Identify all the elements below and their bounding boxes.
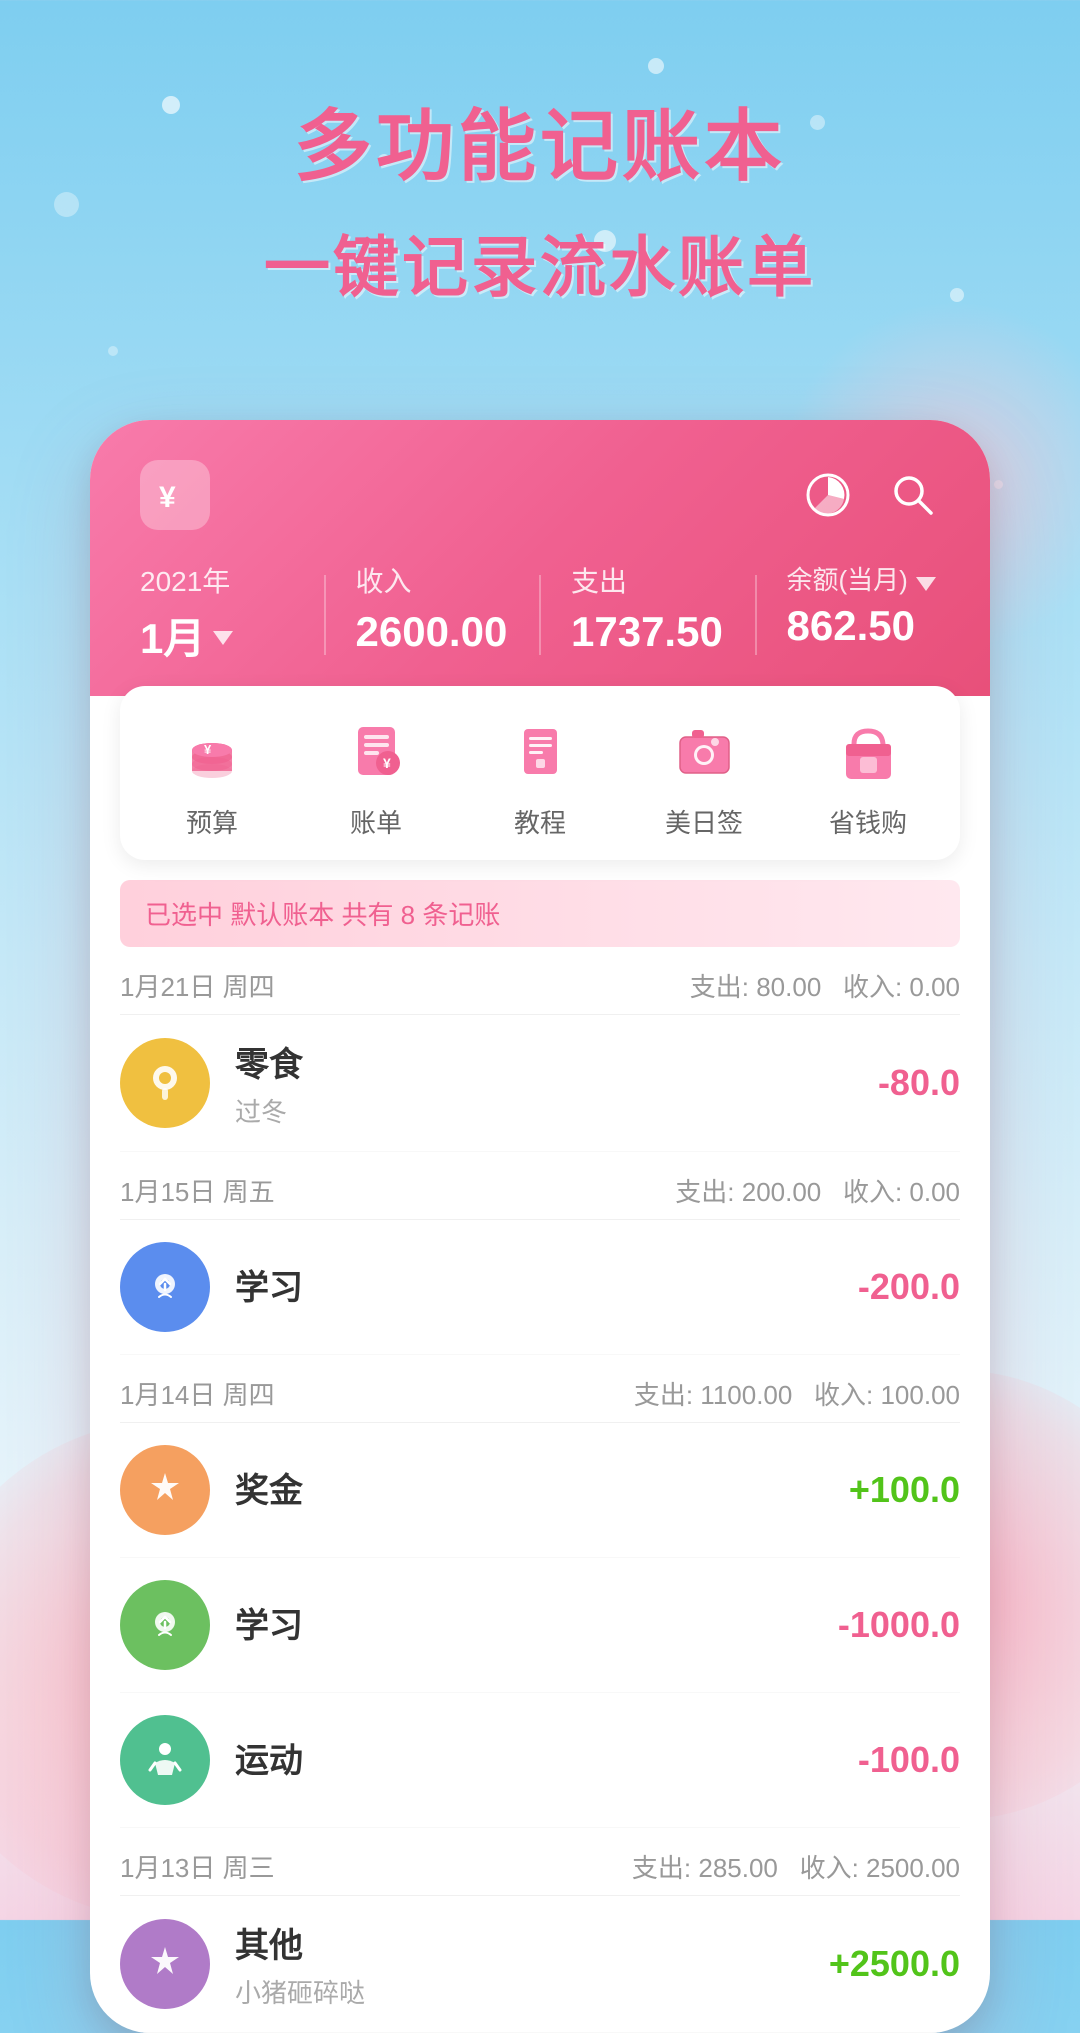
menu-item-bill[interactable]: ¥ 账单 [336, 711, 416, 840]
date-summary-jan14: 支出: 1100.00 收入: 100.00 [634, 1375, 960, 1412]
year-label: 2021年 [140, 560, 294, 600]
expense-label: 支出 [571, 560, 725, 600]
date-row-jan14: 1月14日 周四 支出: 1100.00 收入: 100.00 [120, 1355, 960, 1423]
balance-section: 余额(当月) 862.50 [787, 560, 941, 650]
tutorial-icon [500, 711, 580, 791]
menu-item-shop[interactable]: 省钱购 [828, 711, 908, 840]
menu-item-budget[interactable]: ¥ 预算 [172, 711, 252, 840]
expense-value: 1737.50 [571, 608, 725, 656]
date-row-jan21: 1月21日 周四 支出: 80.00 收入: 0.00 [120, 947, 960, 1015]
tx-info-study2: 学习 [235, 1598, 838, 1653]
month-dropdown-arrow[interactable] [213, 631, 233, 645]
tx-study-jan15[interactable]: 学习 -200.0 [120, 1220, 960, 1355]
date-label-jan13: 1月13日 周三 [120, 1848, 275, 1885]
tx-bonus[interactable]: 奖金 +100.0 [120, 1423, 960, 1558]
tx-amount-other: +2500.0 [829, 1943, 960, 1985]
tx-icon-snack [120, 1038, 210, 1128]
income-value: 2600.00 [356, 608, 510, 656]
tx-icon-sport [120, 1715, 210, 1805]
phone-card: ¥ [90, 420, 990, 2033]
tx-note-other: 小猪砸碎哒 [235, 1973, 829, 2010]
tx-snack[interactable]: 零食 过冬 -80.0 [120, 1015, 960, 1152]
bill-icon: ¥ [336, 711, 416, 791]
menu-label-shop: 省钱购 [829, 803, 907, 840]
stats-row: 2021年 1月 收入 2600.00 支出 1737.50 [140, 560, 940, 666]
hero-section: 多功能记账本 一键记录流水账单 [0, 100, 1080, 310]
menu-label-bill: 账单 [350, 803, 402, 840]
tx-amount-sport: -100.0 [858, 1739, 960, 1781]
tx-info-other: 其他 小猪砸碎哒 [235, 1918, 829, 2010]
hero-title-1: 多功能记账本 [0, 100, 1080, 194]
tx-icon-study1 [120, 1242, 210, 1332]
section-header: 已选中 默认账本 共有 8 条记账 [120, 880, 960, 947]
tx-icon-study2 [120, 1580, 210, 1670]
photo-icon [664, 711, 744, 791]
header-top: ¥ [140, 460, 940, 530]
tx-name-snack: 零食 [235, 1037, 878, 1086]
date-label-jan21: 1月21日 周四 [120, 967, 275, 1004]
expense-section: 支出 1737.50 [571, 560, 725, 656]
date-summary-jan21: 支出: 80.00 收入: 0.00 [690, 967, 960, 1004]
date-summary-jan13: 支出: 285.00 收入: 2500.00 [632, 1848, 960, 1885]
month-value[interactable]: 1月 [140, 605, 205, 666]
balance-value: 862.50 [787, 602, 941, 650]
stat-divider-3 [755, 575, 757, 655]
tx-name-study2: 学习 [235, 1598, 838, 1647]
tx-amount-study2: -1000.0 [838, 1604, 960, 1646]
budget-icon: ¥ [172, 711, 252, 791]
svg-text:¥: ¥ [159, 481, 176, 514]
tx-name-sport: 运动 [235, 1733, 858, 1782]
app-header: ¥ [90, 420, 990, 696]
tx-info-snack: 零食 过冬 [235, 1037, 878, 1129]
svg-text:¥: ¥ [383, 755, 391, 771]
tx-sport[interactable]: 运动 -100.0 [120, 1693, 960, 1828]
logo-icon: ¥ [140, 460, 210, 530]
tx-amount-snack: -80.0 [878, 1062, 960, 1104]
tx-name-other: 其他 [235, 1918, 829, 1967]
tx-note-snack: 过冬 [235, 1092, 878, 1129]
income-section: 收入 2600.00 [356, 560, 510, 656]
svg-text:¥: ¥ [204, 742, 212, 757]
section-header-text: 已选中 默认账本 共有 8 条记账 [145, 900, 500, 930]
tx-study-jan14[interactable]: 学习 -1000.0 [120, 1558, 960, 1693]
menu-item-tutorial[interactable]: 教程 [500, 711, 580, 840]
tx-icon-bonus [120, 1445, 210, 1535]
header-icons [800, 468, 940, 523]
tx-name-study1: 学习 [235, 1260, 858, 1309]
transaction-list: 1月21日 周四 支出: 80.00 收入: 0.00 零食 过冬 -80.0 … [90, 947, 990, 2033]
hero-title-2: 一键记录流水账单 [0, 214, 1080, 310]
stat-divider-2 [539, 575, 541, 655]
tx-info-bonus: 奖金 [235, 1463, 849, 1518]
balance-dropdown-arrow[interactable] [916, 577, 936, 591]
tx-other[interactable]: 其他 小猪砸碎哒 +2500.0 [120, 1896, 960, 2033]
search-icon-button[interactable] [885, 468, 940, 523]
date-row-jan13: 1月13日 周三 支出: 285.00 收入: 2500.00 [120, 1828, 960, 1896]
chart-icon-button[interactable] [800, 468, 855, 523]
date-row-jan15: 1月15日 周五 支出: 200.00 收入: 0.00 [120, 1152, 960, 1220]
date-label-jan14: 1月14日 周四 [120, 1375, 275, 1412]
menu-label-budget: 预算 [186, 803, 238, 840]
menu-label-photo: 美日签 [665, 803, 743, 840]
tx-amount-bonus: +100.0 [849, 1469, 960, 1511]
menu-item-photo[interactable]: 美日签 [664, 711, 744, 840]
menu-label-tutorial: 教程 [514, 803, 566, 840]
tx-name-bonus: 奖金 [235, 1463, 849, 1512]
date-label-jan15: 1月15日 周五 [120, 1172, 275, 1209]
shop-icon [828, 711, 908, 791]
income-label: 收入 [356, 560, 510, 600]
tx-info-study1: 学习 [235, 1260, 858, 1315]
quick-menu: ¥ 预算 ¥ 账单 [120, 686, 960, 860]
tx-info-sport: 运动 [235, 1733, 858, 1788]
date-summary-jan15: 支出: 200.00 收入: 0.00 [675, 1172, 960, 1209]
stat-divider-1 [324, 575, 326, 655]
balance-label: 余额(当月) [787, 560, 908, 597]
tx-amount-study1: -200.0 [858, 1266, 960, 1308]
year-month-section: 2021年 1月 [140, 560, 294, 666]
tx-icon-other [120, 1919, 210, 2009]
